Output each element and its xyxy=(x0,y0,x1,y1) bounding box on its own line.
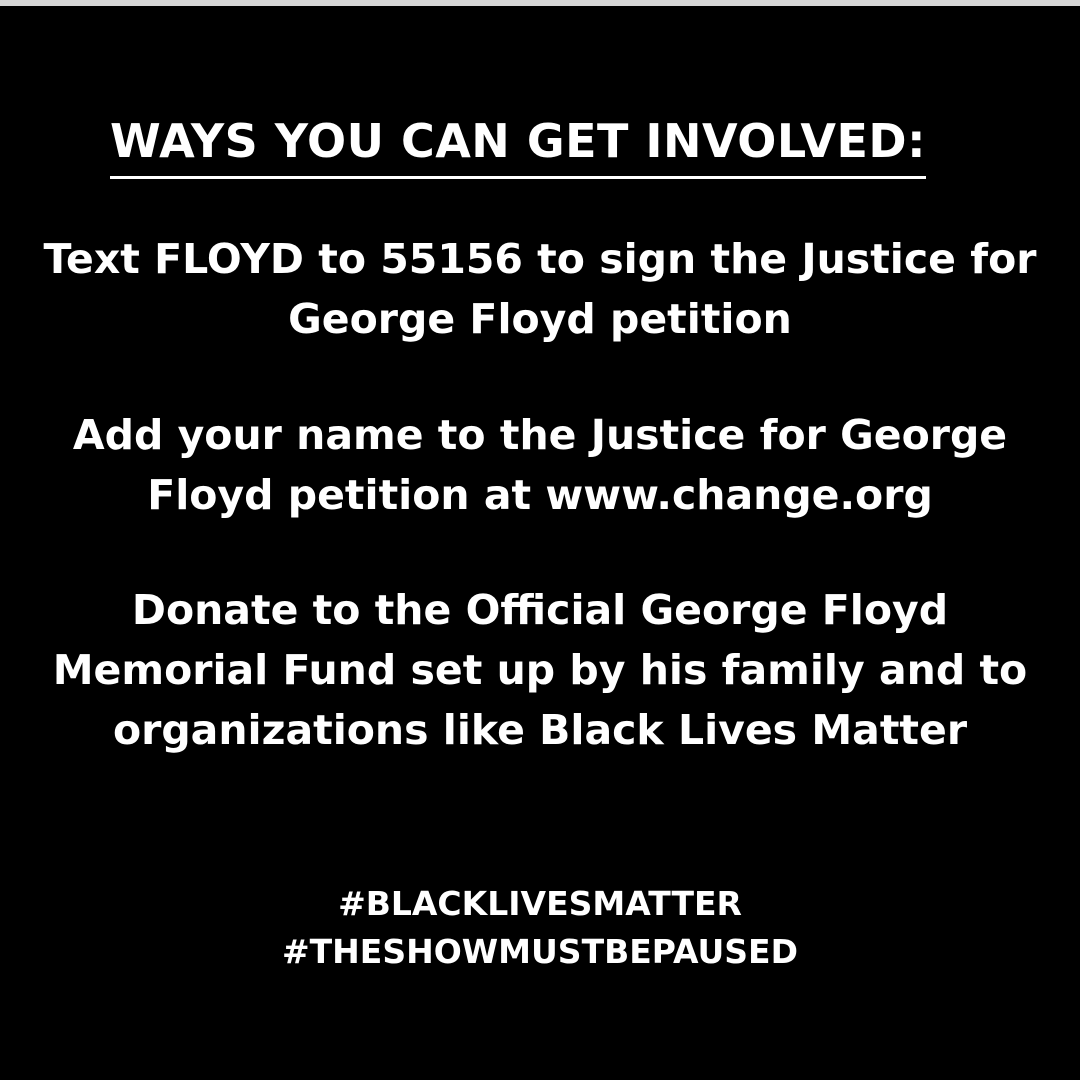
action-item-line: Add your name to the Justice for George xyxy=(72,411,1008,459)
action-item-line: George Floyd petition xyxy=(288,295,792,343)
action-item-line: Donate to the Official George Floyd xyxy=(131,586,949,634)
action-item-line: Text FLOYD to 55156 to sign the Justice … xyxy=(43,235,1037,283)
hashtag-black-lives-matter: #BLACKLIVESMATTER xyxy=(338,884,742,923)
action-item-line: Memorial Fund set up by his family and t… xyxy=(52,646,1028,694)
action-item-donate: Donate to the Official George Floyd Memo… xyxy=(0,580,1080,760)
involvement-poster: WAYS YOU CAN GET INVOLVED: Text FLOYD to… xyxy=(0,0,1080,1080)
action-item-text-petition: Text FLOYD to 55156 to sign the Justice … xyxy=(0,229,1080,349)
action-item-online-petition: Add your name to the Justice for George … xyxy=(0,405,1080,525)
poster-heading: WAYS YOU CAN GET INVOLVED: xyxy=(0,110,1080,179)
action-item-line: organizations like Black Lives Matter xyxy=(112,706,968,754)
hashtag-the-show-must-be-paused: #THESHOWMUSTBEPAUSED xyxy=(282,932,798,971)
poster-heading-text: WAYS YOU CAN GET INVOLVED: xyxy=(109,110,926,179)
action-item-line: Floyd petition at www.change.org xyxy=(147,471,933,519)
hashtag-block: #BLACKLIVESMATTER #THESHOWMUSTBEPAUSED xyxy=(0,880,1080,976)
